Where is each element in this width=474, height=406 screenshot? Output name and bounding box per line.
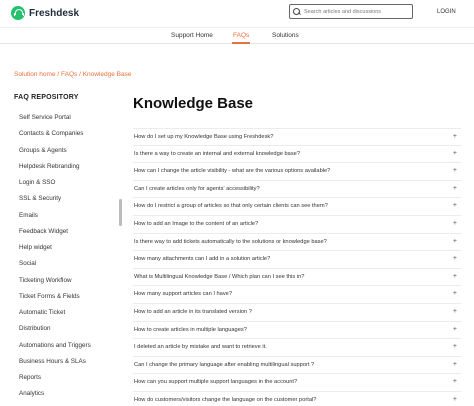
faq-row[interactable]: How to add an article in its translated … <box>133 304 461 322</box>
faq-question[interactable]: Is there a way to create an internal and… <box>134 151 300 157</box>
sidebar-item[interactable]: Distribution <box>19 324 119 340</box>
brand-logo[interactable]: Freshdesk <box>11 6 79 20</box>
sidebar-item[interactable]: Business Hours & SLAs <box>19 357 119 373</box>
faq-question[interactable]: How many support articles can I have? <box>134 291 232 297</box>
expand-plus-icon[interactable]: + <box>453 396 457 403</box>
expand-plus-icon[interactable]: + <box>453 167 457 174</box>
sidebar-title: FAQ REPOSITORY <box>14 94 79 101</box>
faq-row[interactable]: How to add an Image to the content of an… <box>133 216 461 234</box>
faq-row[interactable]: How do customers/visitors change the lan… <box>133 392 461 406</box>
page-title: Knowledge Base <box>133 95 254 112</box>
expand-plus-icon[interactable]: + <box>453 326 457 333</box>
faq-row[interactable]: Can I change the primary language after … <box>133 357 461 375</box>
login-link[interactable]: LOGIN <box>437 9 456 15</box>
expand-plus-icon[interactable]: + <box>453 361 457 368</box>
faq-list: How do I set up my Knowledge Base using … <box>133 128 461 406</box>
search-icon <box>293 7 301 16</box>
sidebar-item[interactable]: Automatic Ticket <box>19 308 119 324</box>
faq-row[interactable]: Can I create articles only for agents' a… <box>133 181 461 199</box>
sidebar-item[interactable]: Help widget <box>19 243 119 259</box>
breadcrumb-faqs[interactable]: FAQs <box>61 71 77 78</box>
faq-row[interactable]: Is there way to add tickets automaticall… <box>133 234 461 252</box>
sidebar-item[interactable]: Feedback Widget <box>19 227 119 243</box>
search-box[interactable] <box>289 4 413 19</box>
expand-plus-icon[interactable]: + <box>453 378 457 385</box>
brand-name: Freshdesk <box>29 7 80 19</box>
expand-plus-icon[interactable]: + <box>453 238 457 245</box>
faq-question[interactable]: How do customers/visitors change the lan… <box>134 397 316 403</box>
faq-question[interactable]: Can I change the primary language after … <box>134 362 314 368</box>
faq-row[interactable]: How can you support multiple support lan… <box>133 374 461 392</box>
faq-row[interactable]: How can I change the article visibility … <box>133 163 461 181</box>
faq-row[interactable]: How do I restrict a group of articles so… <box>133 198 461 216</box>
expand-plus-icon[interactable]: + <box>453 308 457 315</box>
sidebar-item[interactable]: Login & SSO <box>19 178 119 194</box>
sidebar-item[interactable]: Helpdesk Rebranding <box>19 162 119 178</box>
nav-faqs[interactable]: FAQs <box>233 32 249 39</box>
sidebar-item[interactable]: Contacts & Companies <box>19 129 119 145</box>
breadcrumb: Solution home / FAQs / Knowledge Base <box>14 71 132 78</box>
breadcrumb-current: Knowledge Base <box>82 71 132 78</box>
faq-row[interactable]: Is there a way to create an internal and… <box>133 146 461 164</box>
expand-plus-icon[interactable]: + <box>453 202 457 209</box>
faq-question[interactable]: How do I restrict a group of articles so… <box>134 203 328 209</box>
sidebar-category-list: Self Service Portal Contacts & Companies G… <box>19 113 119 406</box>
freshdesk-logo-icon <box>11 6 25 20</box>
sidebar-item[interactable]: Ticketing Workflow <box>19 276 119 292</box>
faq-question[interactable]: I deleted an article by mistake and want… <box>134 344 267 350</box>
main-nav: Support Home FAQs Solutions <box>0 29 474 44</box>
sidebar-item[interactable]: Automations and Triggers <box>19 341 119 357</box>
breadcrumb-solution-home[interactable]: Solution home <box>14 71 56 78</box>
faq-question[interactable]: How to add an article in its translated … <box>134 309 252 315</box>
expand-plus-icon[interactable]: + <box>453 290 457 297</box>
expand-plus-icon[interactable]: + <box>453 220 457 227</box>
faq-question[interactable]: How to create articles in multiple langu… <box>134 327 247 333</box>
sidebar-item[interactable]: Reports <box>19 373 119 389</box>
faq-question[interactable]: Is there way to add tickets automaticall… <box>134 239 327 245</box>
faq-row[interactable]: What is Multilingual Knowledge Base / Wh… <box>133 269 461 287</box>
expand-plus-icon[interactable]: + <box>453 133 457 140</box>
faq-row[interactable]: How do I set up my Knowledge Base using … <box>133 128 461 146</box>
sidebar-item[interactable]: Self Service Portal <box>19 113 119 129</box>
faq-row[interactable]: I deleted an article by mistake and want… <box>133 339 461 357</box>
sidebar-item[interactable]: Emails <box>19 211 119 227</box>
faq-question[interactable]: How can I change the article visibility … <box>134 168 330 174</box>
active-tab-indicator <box>232 42 250 44</box>
sidebar-item[interactable]: SSL & Security <box>19 194 119 210</box>
faq-row[interactable]: How many support articles can I have? + <box>133 286 461 304</box>
top-header: Freshdesk LOGIN <box>0 0 474 28</box>
expand-plus-icon[interactable]: + <box>453 255 457 262</box>
faq-question[interactable]: How many attachments can I add in a solu… <box>134 256 270 262</box>
sidebar-scrollbar[interactable] <box>119 199 122 226</box>
faq-row[interactable]: How to create articles in multiple langu… <box>133 322 461 340</box>
faq-question[interactable]: How do I set up my Knowledge Base using … <box>134 134 273 140</box>
faq-question[interactable]: What is Multilingual Knowledge Base / Wh… <box>134 274 304 280</box>
expand-plus-icon[interactable]: + <box>453 185 457 192</box>
faq-question[interactable]: Can I create articles only for agents' a… <box>134 186 260 192</box>
expand-plus-icon[interactable]: + <box>453 273 457 280</box>
nav-solutions[interactable]: Solutions <box>272 32 299 39</box>
search-input[interactable] <box>304 8 409 15</box>
faq-question[interactable]: How to add an Image to the content of an… <box>134 221 258 227</box>
expand-plus-icon[interactable]: + <box>453 343 457 350</box>
faq-row[interactable]: How many attachments can I add in a solu… <box>133 251 461 269</box>
expand-plus-icon[interactable]: + <box>453 150 457 157</box>
sidebar-item[interactable]: Social <box>19 259 119 275</box>
nav-support-home[interactable]: Support Home <box>171 32 213 39</box>
sidebar-item[interactable]: Analytics <box>19 389 119 405</box>
sidebar-item[interactable]: Groups & Agents <box>19 146 119 162</box>
faq-question[interactable]: How can you support multiple support lan… <box>134 379 297 385</box>
sidebar-item[interactable]: Ticket Forms & Fields <box>19 292 119 308</box>
